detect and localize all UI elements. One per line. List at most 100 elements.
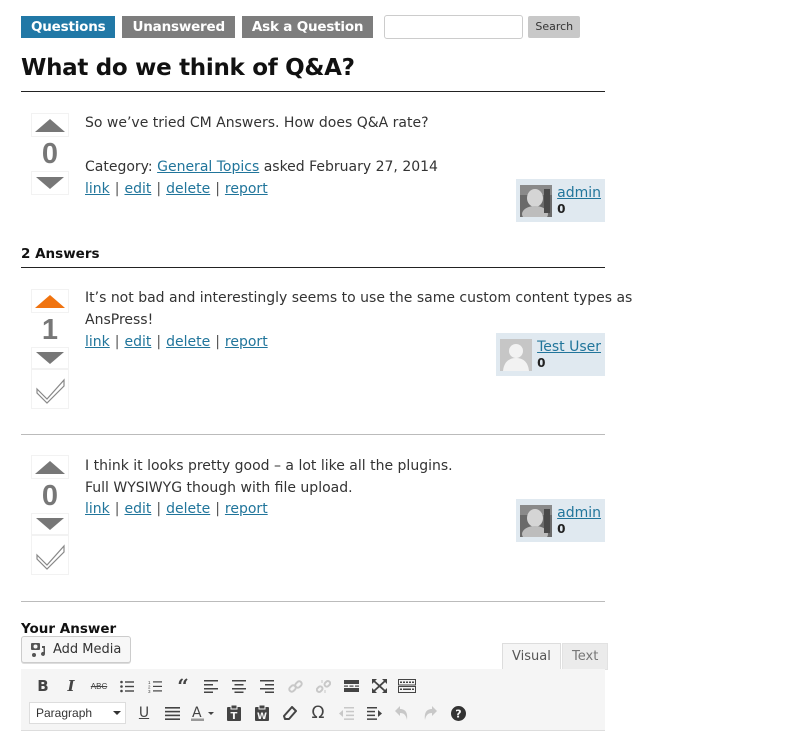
top-nav: Questions Unanswered Ask a Question Sear… — [21, 15, 581, 39]
upvote-arrow-icon — [35, 294, 65, 308]
vote-count: 0 — [41, 138, 59, 170]
downvote-button[interactable] — [31, 513, 69, 535]
asked-date: asked February 27, 2014 — [263, 159, 438, 175]
accept-answer-button[interactable] — [31, 369, 69, 409]
italic-icon[interactable]: I — [57, 674, 85, 698]
toolbar-toggle-icon[interactable] — [393, 674, 421, 698]
upvote-button[interactable] — [31, 455, 69, 479]
search-button[interactable]: Search — [528, 16, 581, 38]
redo-icon[interactable] — [416, 701, 444, 725]
answer-actions: link | edit | delete | report — [85, 334, 268, 350]
search-input[interactable] — [384, 15, 524, 39]
media-icon — [31, 642, 47, 658]
answers-heading: 2 Answers — [21, 246, 100, 262]
link-action[interactable]: link — [85, 334, 110, 350]
vote-count: 0 — [41, 480, 59, 512]
nav-unanswered-tab[interactable]: Unanswered — [122, 16, 235, 38]
paste-word-icon[interactable]: W — [248, 701, 276, 725]
answer-author-card: admin 0 — [516, 499, 605, 542]
align-center-icon[interactable] — [225, 674, 253, 698]
undo-icon[interactable] — [388, 701, 416, 725]
svg-text:3: 3 — [148, 689, 151, 693]
upvote-arrow-icon — [35, 460, 65, 474]
answer-divider — [21, 601, 605, 602]
avatar[interactable] — [520, 504, 553, 537]
downvote-button[interactable] — [31, 347, 69, 369]
question-body: So we’ve tried CM Answers. How does Q&A … — [85, 115, 429, 131]
answer-actions: link | edit | delete | report — [85, 501, 268, 517]
question-author-card: admin 0 — [516, 179, 605, 222]
svg-text:W: W — [257, 712, 267, 721]
strikethrough-icon[interactable]: ABC — [85, 674, 113, 698]
toolbar-row-1: B I ABC 123 “ — [29, 674, 421, 698]
unlink-icon[interactable] — [309, 674, 337, 698]
numbered-list-icon[interactable]: 123 — [141, 674, 169, 698]
answer-body: I think it looks pretty good – a lot lik… — [85, 458, 453, 496]
delete-action[interactable]: delete — [166, 334, 210, 350]
question-vote-widget: 0 — [31, 113, 69, 195]
help-icon[interactable]: ? — [444, 701, 472, 725]
answer-divider — [21, 434, 605, 435]
delete-action[interactable]: delete — [166, 181, 210, 197]
edit-action[interactable]: edit — [124, 501, 151, 517]
read-more-icon[interactable] — [337, 674, 365, 698]
report-action[interactable]: report — [225, 181, 268, 197]
svg-text:?: ? — [455, 707, 461, 720]
toolbar-row-2: Paragraph U A T W Ω ? — [29, 701, 472, 725]
default-avatar[interactable] — [500, 338, 533, 371]
clear-formatting-icon[interactable] — [276, 701, 304, 725]
author-reputation: 0 — [557, 521, 566, 536]
your-answer-heading: Your Answer — [21, 621, 117, 637]
avatar[interactable] — [520, 184, 553, 217]
align-left-icon[interactable] — [197, 674, 225, 698]
fullscreen-icon[interactable] — [365, 674, 393, 698]
report-action[interactable]: report — [225, 334, 268, 350]
editor-toolbar: B I ABC 123 “ Paragraph U A T W Ω ? — [21, 669, 605, 731]
author-name-link[interactable]: Test User — [537, 339, 601, 355]
downvote-arrow-icon — [36, 352, 64, 364]
link-action[interactable]: link — [85, 181, 110, 197]
title-divider — [21, 91, 605, 92]
upvote-arrow-icon — [35, 118, 65, 132]
bullet-list-icon[interactable] — [113, 674, 141, 698]
checkmark-icon — [36, 544, 65, 570]
blockquote-icon[interactable]: “ — [169, 674, 197, 698]
svg-text:T: T — [231, 711, 238, 721]
vote-count: 1 — [41, 314, 59, 346]
edit-action[interactable]: edit — [124, 334, 151, 350]
author-name-link[interactable]: admin — [557, 185, 601, 201]
upvote-button[interactable] — [31, 289, 69, 313]
special-character-icon[interactable]: Ω — [304, 701, 332, 725]
category-link[interactable]: General Topics — [157, 159, 259, 175]
downvote-button[interactable] — [31, 171, 69, 195]
format-select[interactable]: Paragraph — [29, 702, 126, 724]
link-icon[interactable] — [281, 674, 309, 698]
link-action[interactable]: link — [85, 501, 110, 517]
delete-action[interactable]: delete — [166, 501, 210, 517]
answer-vote-widget: 0 — [31, 455, 69, 575]
answers-divider — [21, 267, 605, 268]
tab-text[interactable]: Text — [562, 643, 609, 670]
author-name-link[interactable]: admin — [557, 505, 601, 521]
accept-answer-button[interactable] — [31, 535, 69, 575]
text-color-icon[interactable]: A — [186, 701, 220, 725]
nav-ask-question-tab[interactable]: Ask a Question — [241, 16, 374, 38]
indent-icon[interactable] — [360, 701, 388, 725]
bold-icon[interactable]: B — [29, 674, 57, 698]
report-action[interactable]: report — [225, 501, 268, 517]
add-media-button[interactable]: Add Media — [21, 636, 132, 663]
chevron-down-icon — [113, 711, 121, 715]
category-label: Category: — [85, 159, 153, 175]
align-right-icon[interactable] — [253, 674, 281, 698]
paste-text-icon[interactable]: T — [220, 701, 248, 725]
justify-icon[interactable] — [158, 701, 186, 725]
underline-icon[interactable]: U — [130, 701, 158, 725]
tab-visual[interactable]: Visual — [502, 643, 561, 670]
nav-questions-tab[interactable]: Questions — [21, 16, 116, 38]
downvote-arrow-icon — [36, 518, 64, 530]
checkmark-icon — [36, 378, 65, 404]
outdent-icon[interactable] — [332, 701, 360, 725]
edit-action[interactable]: edit — [124, 181, 151, 197]
page-title: What do we think of Q&A? — [21, 55, 355, 81]
upvote-button[interactable] — [31, 113, 69, 137]
